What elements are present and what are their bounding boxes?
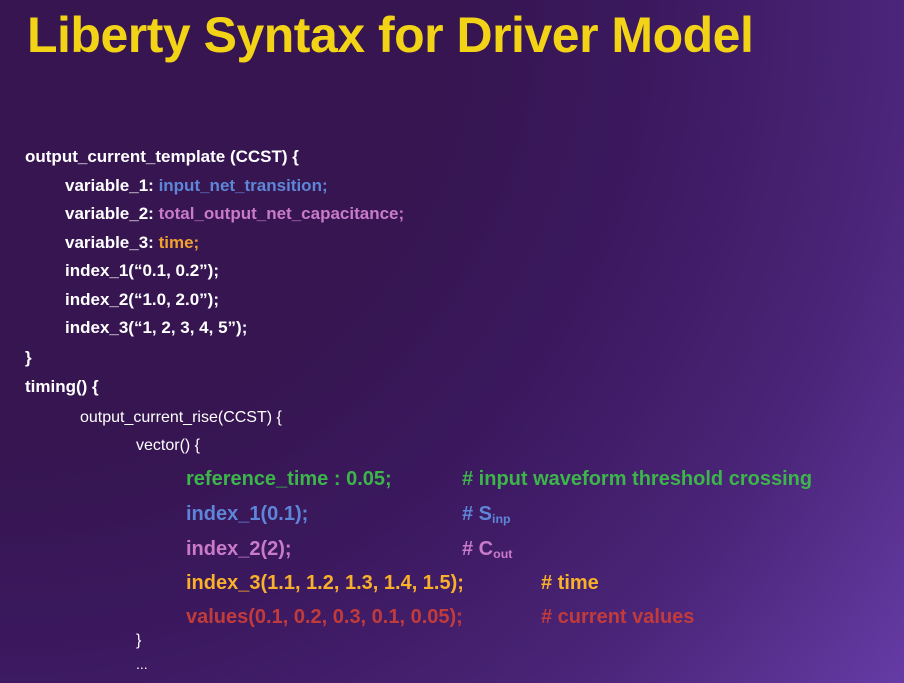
code-text: } — [136, 632, 141, 650]
code-text: index_1(0.1); — [186, 503, 308, 526]
code-segment: } — [136, 632, 141, 649]
code-text: vector() { — [136, 437, 200, 455]
code-text: index_3(“1, 2, 3, 4, 5”); — [65, 318, 247, 338]
code-segment: output_current_rise(CCST) { — [80, 409, 282, 426]
code-segment: index_3(“1, 2, 3, 4, 5”); — [65, 318, 247, 337]
code-comment: # current values — [541, 606, 694, 629]
code-segment: variable_1: — [65, 176, 159, 195]
code-segment: time; — [159, 233, 200, 252]
code-segment: index_1(“0.1, 0.2”); — [65, 261, 219, 280]
code-text: } — [25, 348, 32, 368]
code-comment: # Sinp — [462, 503, 511, 526]
code-segment: output_current_template (CCST) { — [25, 147, 299, 166]
code-segment: index_2(“1.0, 2.0”); — [65, 290, 219, 309]
code-text: timing() { — [25, 377, 99, 397]
code-segment: } — [25, 348, 32, 367]
code-text: variable_3: time; — [65, 233, 199, 253]
code-block: output_current_template (CCST) { variable… — [0, 0, 904, 683]
code-text: index_2(“1.0, 2.0”); — [65, 290, 219, 310]
code-text: variable_2: total_output_net_capacitance… — [65, 204, 404, 224]
code-comment: # input waveform threshold crossing — [462, 468, 812, 491]
code-segment: variable_3: — [65, 233, 159, 252]
code-segment: index_3(1.1, 1.2, 1.3, 1.4, 1.5); — [186, 572, 464, 594]
code-segment: # time — [541, 572, 599, 594]
code-segment: timing() { — [25, 377, 99, 396]
code-segment: total_output_net_capacitance; — [159, 204, 405, 223]
code-text: index_3(1.1, 1.2, 1.3, 1.4, 1.5); — [186, 572, 464, 595]
code-segment: index_2(2); — [186, 538, 292, 560]
code-segment: variable_2: — [65, 204, 159, 223]
code-segment: # input waveform threshold crossing — [462, 468, 812, 490]
code-subscript: inp — [492, 512, 511, 526]
code-text: index_2(2); — [186, 538, 292, 561]
code-comment: # Cout — [462, 538, 512, 561]
slide: Liberty Syntax for Driver Model output_c… — [0, 0, 904, 683]
code-segment: ... — [136, 656, 148, 672]
code-text: ... — [136, 656, 148, 672]
code-segment: values(0.1, 0.2, 0.3, 0.1, 0.05); — [186, 606, 463, 628]
code-text: output_current_rise(CCST) { — [80, 409, 282, 427]
code-text: variable_1: input_net_transition; — [65, 176, 328, 196]
code-segment: index_1(0.1); — [186, 503, 308, 525]
code-segment: # C — [462, 538, 493, 560]
code-segment: # S — [462, 503, 492, 525]
code-text: output_current_template (CCST) { — [25, 147, 299, 167]
code-text: reference_time : 0.05; — [186, 468, 392, 491]
code-text: index_1(“0.1, 0.2”); — [65, 261, 219, 281]
code-segment: vector() { — [136, 437, 200, 454]
code-subscript: out — [493, 547, 512, 561]
code-segment: # current values — [541, 606, 694, 628]
code-comment: # time — [541, 572, 599, 595]
code-text: values(0.1, 0.2, 0.3, 0.1, 0.05); — [186, 606, 463, 629]
code-segment: reference_time : 0.05; — [186, 468, 392, 490]
code-segment: input_net_transition; — [159, 176, 328, 195]
